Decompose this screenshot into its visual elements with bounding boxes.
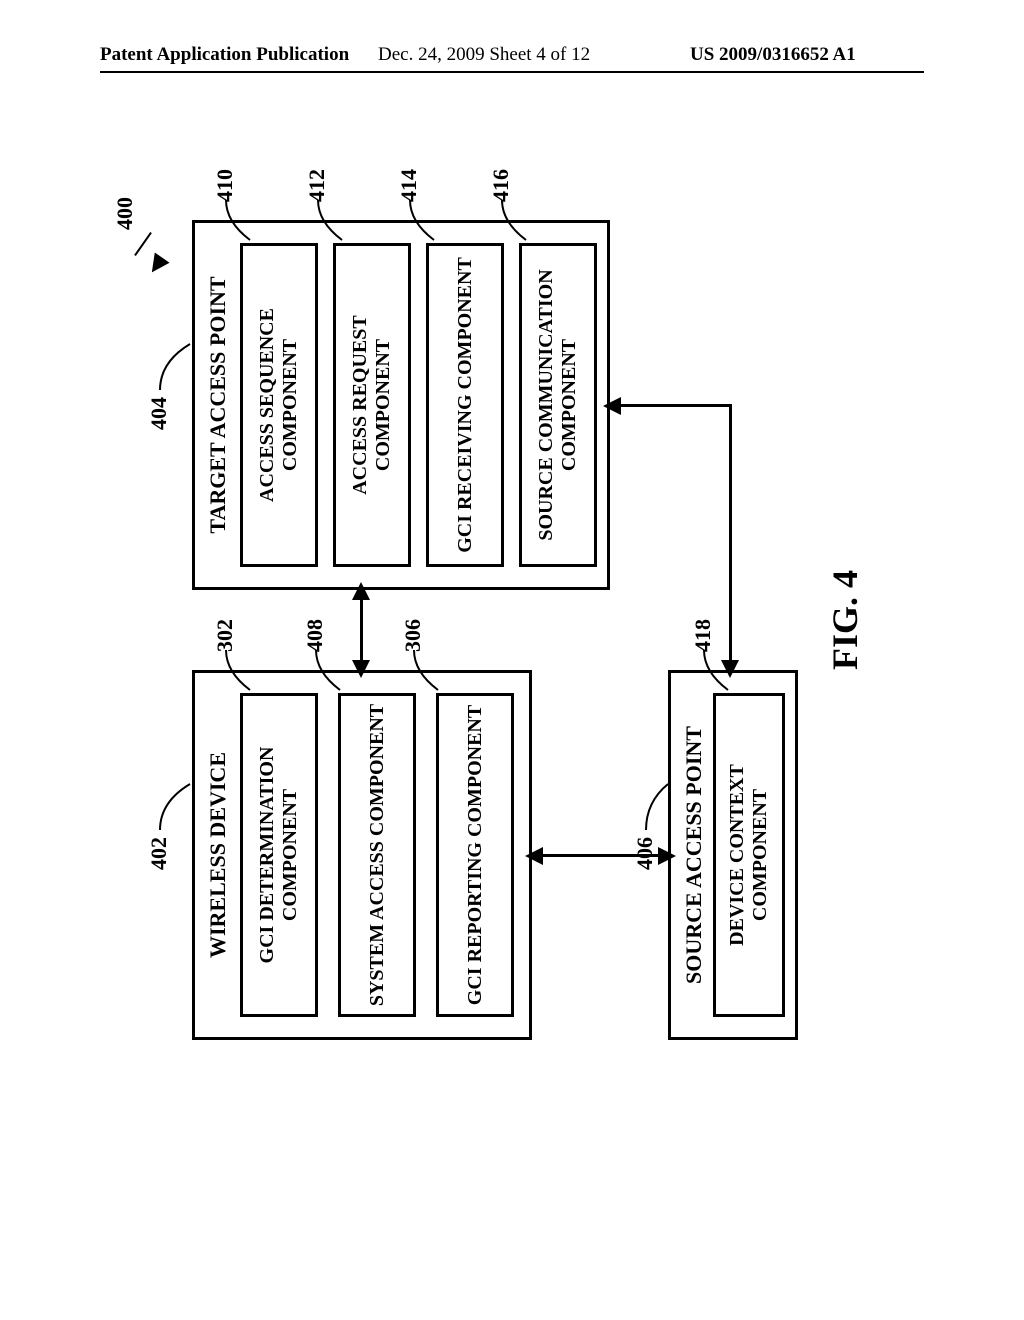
ref-400-arrowhead-icon	[144, 252, 169, 277]
ref-408-leader-icon	[314, 648, 344, 692]
ref-404: 404	[146, 397, 172, 430]
access-request-component: ACCESS REQUEST COMPONENT	[333, 243, 411, 567]
ref-400-leader	[134, 232, 152, 256]
header-rule	[100, 71, 924, 73]
target-access-point-block: TARGET ACCESS POINT ACCESS SEQUENCE COMP…	[192, 220, 610, 590]
arrowhead-left-icon	[352, 660, 370, 678]
source-access-point-title: SOURCE ACCESS POINT	[681, 673, 707, 1037]
ref-412-leader-icon	[316, 198, 346, 242]
ref-402: 402	[146, 837, 172, 870]
gci-receiving-component: GCI RECEIVING COMPONENT	[426, 243, 504, 567]
arrow-target-source-h	[729, 404, 732, 667]
arrowhead-up-icon	[603, 397, 621, 415]
ref-406-leader-icon	[644, 772, 674, 832]
target-access-point-title: TARGET ACCESS POINT	[205, 223, 231, 587]
ref-402-leader-icon	[158, 772, 194, 832]
ref-406: 406	[632, 837, 658, 870]
arrowhead-down-icon	[658, 847, 676, 865]
ref-416-leader-icon	[500, 198, 530, 242]
patent-page: Patent Application Publication Dec. 24, …	[0, 0, 1024, 1320]
header-publication-label: Patent Application Publication	[100, 44, 349, 66]
header-date-sheet: Dec. 24, 2009 Sheet 4 of 12	[378, 44, 590, 66]
ref-400: 400	[112, 197, 138, 230]
gci-reporting-component: GCI REPORTING COMPONENT	[436, 693, 514, 1017]
arrow-target-source-v	[613, 404, 731, 407]
wireless-device-title: WIRELESS DEVICE	[205, 673, 231, 1037]
arrowhead-right-icon	[352, 582, 370, 600]
access-sequence-component: ACCESS SEQUENCE COMPONENT	[240, 243, 318, 567]
source-access-point-block: SOURCE ACCESS POINT DEVICE CONTEXT COMPO…	[668, 670, 798, 1040]
ref-418-leader-icon	[702, 648, 732, 692]
ref-404-leader-icon	[158, 332, 194, 392]
system-access-component: SYSTEM ACCESS COMPONENT	[338, 693, 416, 1017]
device-context-component: DEVICE CONTEXT COMPONENT	[713, 693, 785, 1017]
header-pub-number: US 2009/0316652 A1	[690, 44, 856, 66]
ref-302-leader-icon	[224, 648, 254, 692]
figure-4-diagram: 400 WIRELESS DEVICE GCI DETERMINATION CO…	[152, 170, 872, 1070]
wireless-device-block: WIRELESS DEVICE GCI DETERMINATION COMPON…	[192, 670, 532, 1040]
gci-determination-component: GCI DETERMINATION COMPONENT	[240, 693, 318, 1017]
ref-306-leader-icon	[412, 648, 442, 692]
figure-caption: FIG. 4	[824, 170, 866, 1070]
arrowhead-up-icon	[525, 847, 543, 865]
ref-414-leader-icon	[408, 198, 438, 242]
arrow-wireless-target	[360, 593, 363, 667]
ref-410-leader-icon	[224, 198, 254, 242]
source-communication-component: SOURCE COMMUNICATION COMPONENT	[519, 243, 597, 567]
